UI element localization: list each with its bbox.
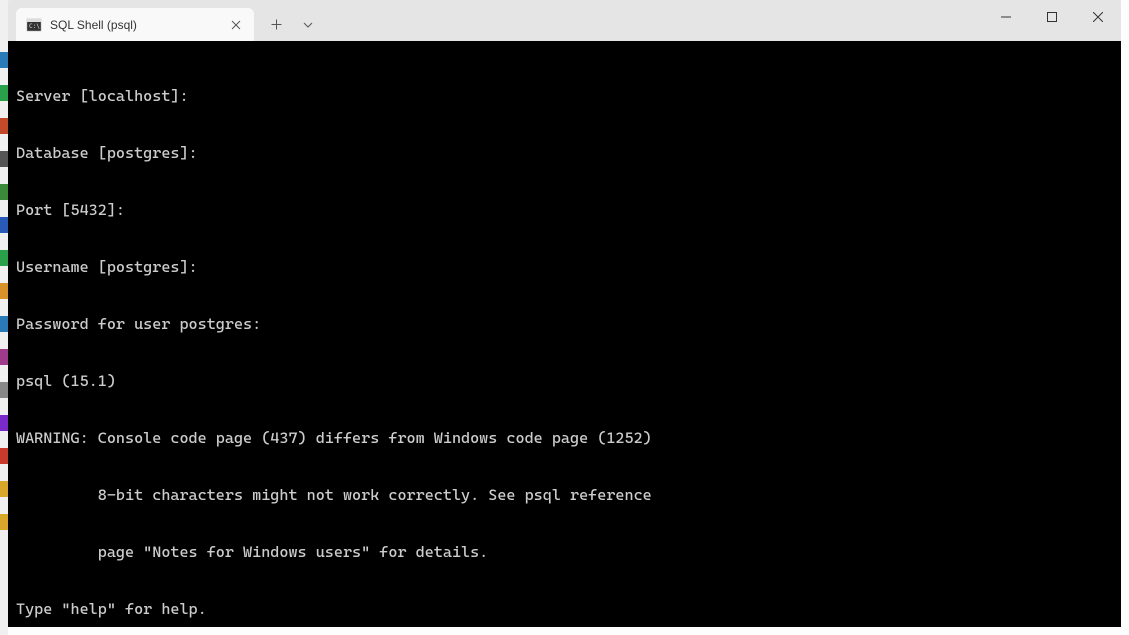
bg-icon — [0, 415, 8, 431]
bg-icon — [0, 52, 8, 68]
bg-icon — [0, 85, 8, 101]
terminal-line: WARNING: Console code page (437) differs… — [16, 429, 1113, 448]
terminal-content[interactable]: Server [localhost]: Database [postgres]:… — [8, 41, 1121, 627]
desktop-icons-strip — [0, 52, 8, 530]
terminal-line: Type "help" for help. — [16, 600, 1113, 619]
terminal-window: C:\ SQL Shell (psql) — [8, 0, 1121, 627]
terminal-line: 8-bit characters might not work correctl… — [16, 486, 1113, 505]
terminal-line: Username [postgres]: — [16, 258, 1113, 277]
bottom-edge-bg — [8, 627, 1121, 635]
tab-title: SQL Shell (psql) — [50, 18, 228, 32]
terminal-line: Password for user postgres: — [16, 315, 1113, 334]
terminal-line: page "Notes for Windows users" for detai… — [16, 543, 1113, 562]
bg-icon — [0, 481, 8, 497]
bg-icon — [0, 151, 8, 167]
terminal-line: Database [postgres]: — [16, 144, 1113, 163]
right-edge-bg — [1121, 0, 1129, 635]
close-tab-button[interactable] — [228, 17, 244, 33]
terminal-line: psql (15.1) — [16, 372, 1113, 391]
bg-icon — [0, 184, 8, 200]
bg-icon — [0, 118, 8, 134]
close-window-button[interactable] — [1075, 0, 1121, 33]
bg-icon — [0, 217, 8, 233]
terminal-icon: C:\ — [26, 17, 42, 33]
bg-icon — [0, 250, 8, 266]
bg-icon — [0, 448, 8, 464]
minimize-button[interactable] — [983, 0, 1029, 33]
bg-icon — [0, 514, 8, 530]
bg-icon — [0, 283, 8, 299]
terminal-line: Server [localhost]: — [16, 87, 1113, 106]
terminal-line: Port [5432]: — [16, 201, 1113, 220]
tab-actions — [262, 8, 322, 41]
bg-icon — [0, 316, 8, 332]
new-tab-button[interactable] — [262, 11, 290, 39]
bg-icon — [0, 349, 8, 365]
titlebar[interactable]: C:\ SQL Shell (psql) — [8, 0, 1121, 41]
tab-dropdown-button[interactable] — [294, 11, 322, 39]
tab-psql[interactable]: C:\ SQL Shell (psql) — [16, 8, 254, 41]
window-controls — [983, 0, 1121, 33]
svg-text:C:\: C:\ — [29, 23, 40, 30]
bg-icon — [0, 382, 8, 398]
maximize-button[interactable] — [1029, 0, 1075, 33]
